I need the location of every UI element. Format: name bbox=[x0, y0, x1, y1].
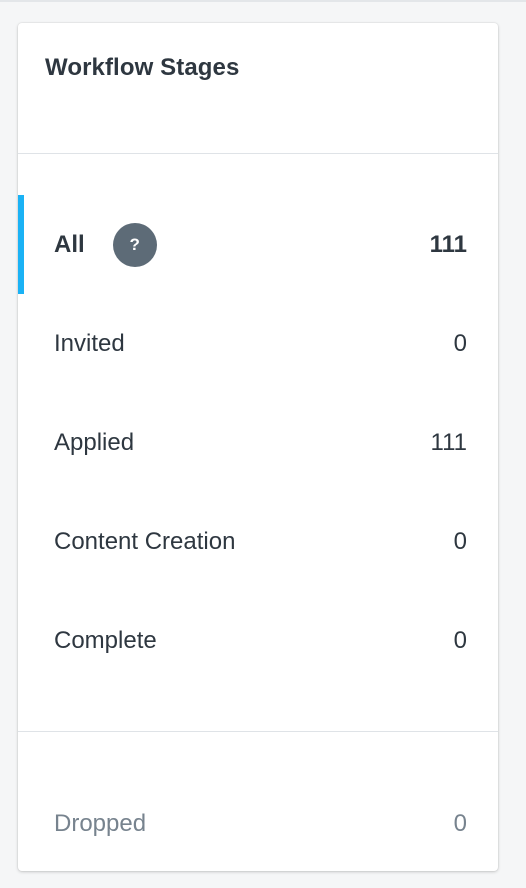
stage-item-invited[interactable]: Invited 0 bbox=[18, 294, 498, 393]
stage-item-complete[interactable]: Complete 0 bbox=[18, 591, 498, 690]
top-divider bbox=[0, 0, 526, 2]
stage-label: All bbox=[54, 230, 85, 258]
workflow-stages-panel: Workflow Stages All ? 111 Invited 0 Appl… bbox=[18, 23, 498, 871]
stage-item-applied[interactable]: Applied 111 bbox=[18, 393, 498, 492]
stage-count: 0 bbox=[453, 527, 467, 555]
stage-label: Invited bbox=[54, 329, 125, 357]
stage-item-all[interactable]: All ? 111 bbox=[18, 195, 498, 294]
help-icon[interactable]: ? bbox=[112, 222, 157, 267]
stage-item-dropped[interactable]: Dropped 0 bbox=[18, 774, 498, 871]
stage-list: All ? 111 Invited 0 Applied 111 Content … bbox=[18, 195, 498, 690]
stage-label: Applied bbox=[54, 428, 135, 456]
stage-item-content-creation[interactable]: Content Creation 0 bbox=[18, 492, 498, 591]
stage-count: 0 bbox=[453, 809, 467, 837]
stage-label: Dropped bbox=[54, 809, 147, 837]
stage-count: 0 bbox=[453, 626, 467, 654]
stage-count: 111 bbox=[430, 428, 467, 456]
stage-count: 111 bbox=[429, 230, 467, 258]
panel-header: Workflow Stages bbox=[18, 23, 498, 154]
panel-title: Workflow Stages bbox=[45, 54, 240, 81]
stage-count: 0 bbox=[453, 329, 467, 357]
stage-label: Complete bbox=[54, 626, 157, 654]
section-divider bbox=[18, 731, 498, 732]
stage-label: Content Creation bbox=[54, 527, 236, 555]
